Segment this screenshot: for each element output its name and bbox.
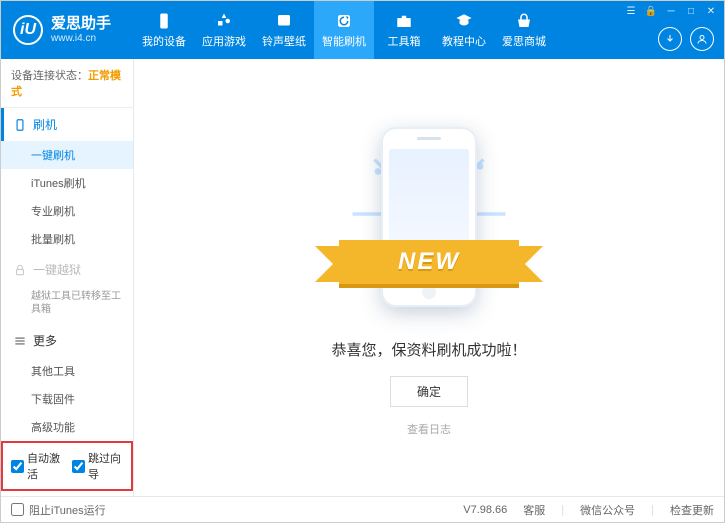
sidebar-item-oneclick-flash[interactable]: 一键刷机 [1, 141, 133, 169]
auto-activate-input[interactable] [11, 460, 24, 473]
footer-right: V7.98.66 客服 | 微信公众号 | 检查更新 [463, 502, 714, 518]
section-flash[interactable]: 刷机 [1, 108, 133, 141]
tab-apps[interactable]: 应用游戏 [194, 1, 254, 59]
section-more[interactable]: 更多 [1, 324, 133, 357]
section-label: 更多 [33, 332, 57, 349]
phone-icon [155, 12, 173, 30]
tab-toolbox[interactable]: 工具箱 [374, 1, 434, 59]
section-label: 一键越狱 [33, 261, 81, 278]
window-controls: ☰ 🔒 ─ □ ✕ [624, 4, 718, 18]
sidebar-item-batch-flash[interactable]: 批量刷机 [1, 225, 133, 253]
main-content: NEW 恭喜您，保资料刷机成功啦！ 确定 查看日志 [134, 59, 724, 496]
checkbox-group: 自动激活 跳过向导 [1, 441, 133, 491]
tab-label: 应用游戏 [202, 33, 246, 49]
tab-label: 智能刷机 [322, 33, 366, 49]
tab-label: 教程中心 [442, 33, 486, 49]
more-icon [13, 334, 27, 348]
version-label: V7.98.66 [463, 504, 507, 516]
success-message: 恭喜您，保资料刷机成功啦！ [331, 339, 526, 360]
success-illustration: NEW [349, 119, 509, 319]
connection-label: 设备连接状态： [11, 70, 88, 82]
ringtone-icon [275, 12, 293, 30]
tab-my-device[interactable]: 我的设备 [134, 1, 194, 59]
section-label: 刷机 [33, 116, 57, 133]
minimize-button[interactable]: ─ [664, 4, 678, 18]
sidebar: 设备连接状态：正常模式 刷机 一键刷机 iTunes刷机 专业刷机 批量刷机 一… [1, 59, 134, 496]
close-button[interactable]: ✕ [704, 4, 718, 18]
checkbox-skip-wizard[interactable]: 跳过向导 [72, 450, 123, 482]
tab-shop[interactable]: 爱思商城 [494, 1, 554, 59]
jailbreak-note: 越狱工具已转移至工具箱 [1, 286, 133, 324]
tab-label: 爱思商城 [502, 33, 546, 49]
flash-icon [335, 12, 353, 30]
service-link[interactable]: 客服 [523, 502, 545, 518]
sidebar-item-itunes-flash[interactable]: iTunes刷机 [1, 169, 133, 197]
top-tabs: 我的设备 应用游戏 铃声壁纸 智能刷机 工具箱 教程中心 [134, 1, 554, 59]
menu-icon[interactable]: ☰ [624, 4, 638, 18]
ribbon-text: NEW [398, 248, 460, 276]
skip-wizard-input[interactable] [72, 460, 85, 473]
checkbox-auto-activate[interactable]: 自动激活 [11, 450, 62, 482]
block-itunes-input[interactable] [11, 503, 24, 516]
flash-section-icon [13, 118, 27, 132]
logo-icon: iU [13, 15, 43, 45]
brand-text: 爱思助手 www.i4.cn [51, 15, 111, 45]
view-log-link[interactable]: 查看日志 [407, 421, 451, 437]
update-link[interactable]: 检查更新 [670, 502, 714, 518]
footer: 阻止iTunes运行 V7.98.66 客服 | 微信公众号 | 检查更新 [1, 496, 724, 522]
checkbox-label: 跳过向导 [88, 450, 123, 482]
body: 设备连接状态：正常模式 刷机 一键刷机 iTunes刷机 专业刷机 批量刷机 一… [1, 59, 724, 496]
sidebar-item-other-tools[interactable]: 其他工具 [1, 357, 133, 385]
connection-status: 设备连接状态：正常模式 [1, 59, 133, 108]
new-ribbon: NEW [339, 240, 519, 284]
block-itunes-checkbox[interactable]: 阻止iTunes运行 [11, 502, 106, 518]
checkbox-label: 自动激活 [27, 450, 62, 482]
ok-button[interactable]: 确定 [390, 376, 468, 407]
tab-ringtone[interactable]: 铃声壁纸 [254, 1, 314, 59]
app-window: iU 爱思助手 www.i4.cn 我的设备 应用游戏 铃声壁纸 智能刷机 [0, 0, 725, 523]
sidebar-item-advanced[interactable]: 高级功能 [1, 413, 133, 441]
section-jailbreak: 一键越狱 [1, 253, 133, 286]
tab-label: 工具箱 [388, 33, 421, 49]
maximize-button[interactable]: □ [684, 4, 698, 18]
sidebar-item-pro-flash[interactable]: 专业刷机 [1, 197, 133, 225]
block-itunes-label: 阻止iTunes运行 [29, 502, 106, 518]
tab-tutorial[interactable]: 教程中心 [434, 1, 494, 59]
user-button[interactable] [690, 27, 714, 51]
toolbox-icon [395, 12, 413, 30]
shop-icon [515, 12, 533, 30]
help-icon [455, 12, 473, 30]
app-url: www.i4.cn [51, 33, 111, 45]
sidebar-item-download-firmware[interactable]: 下载固件 [1, 385, 133, 413]
lock-icon [13, 263, 27, 277]
wechat-link[interactable]: 微信公众号 [580, 502, 635, 518]
header-actions [658, 27, 714, 51]
separator: | [651, 504, 654, 516]
tab-label: 我的设备 [142, 33, 186, 49]
app-title: 爱思助手 [51, 15, 111, 33]
separator: | [561, 504, 564, 516]
tab-smart-flash[interactable]: 智能刷机 [314, 1, 374, 59]
download-button[interactable] [658, 27, 682, 51]
header: iU 爱思助手 www.i4.cn 我的设备 应用游戏 铃声壁纸 智能刷机 [1, 1, 724, 59]
apps-icon [215, 12, 233, 30]
tab-label: 铃声壁纸 [262, 33, 306, 49]
lock-icon[interactable]: 🔒 [644, 4, 658, 18]
brand: iU 爱思助手 www.i4.cn [1, 15, 134, 45]
